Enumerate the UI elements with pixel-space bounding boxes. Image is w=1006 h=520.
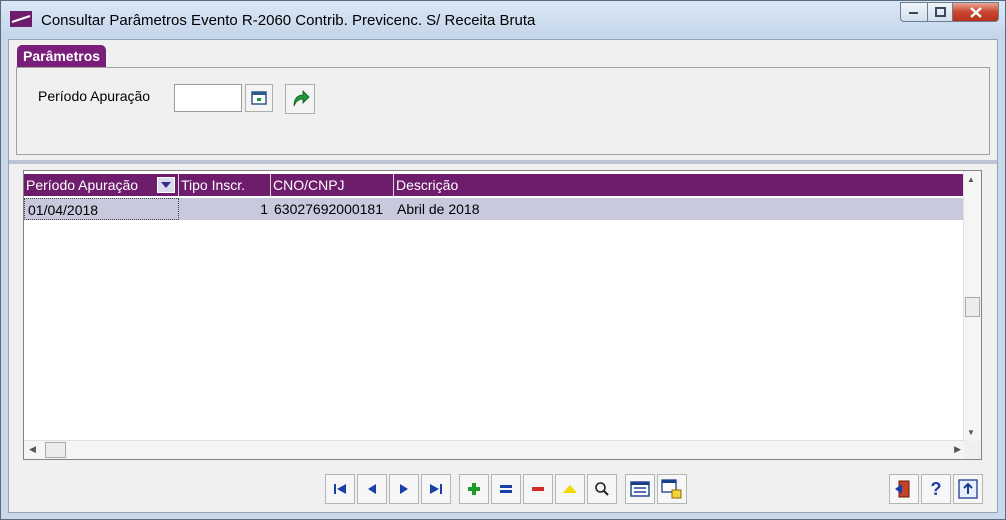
cell-cnpj[interactable]: 63027692000181 [271,198,394,220]
scroll-right-icon[interactable]: ▶ [954,444,961,455]
edit-toolbar [459,474,617,504]
prior-record-icon [368,484,376,494]
exit-icon [895,480,910,498]
maximize-button[interactable] [927,2,953,22]
sort-dropdown-button[interactable] [157,177,175,193]
vertical-scroll-thumb[interactable] [965,297,980,317]
window-toolbar: ? [889,474,983,504]
cell-tipo[interactable]: 1 [179,198,271,220]
calendar-button[interactable] [245,84,273,112]
cell-descricao[interactable]: Abril de 2018 [394,198,966,220]
periodo-input[interactable] [174,84,242,112]
periodo-label: Período Apuração [38,88,151,104]
delete-icon [532,487,544,491]
params-panel: Período Apuração [16,67,990,155]
edit-button[interactable] [491,474,521,504]
tab-parametros[interactable]: Parâmetros [17,45,107,68]
first-record-button[interactable] [325,474,355,504]
about-icon [958,479,978,499]
app-icon [10,11,32,27]
scroll-down-icon[interactable]: ▼ [967,428,975,437]
calendar-icon [251,91,267,105]
search-button[interactable] [587,474,617,504]
cell-periodo[interactable]: 01/04/2018 [24,198,179,220]
form-view-button[interactable] [625,474,655,504]
next-record-icon [400,484,408,494]
view-toolbar [625,474,687,504]
scroll-corner [964,441,981,459]
column-header-tipo[interactable]: Tipo Inscr. [179,174,271,196]
prior-record-button[interactable] [357,474,387,504]
minimize-icon [909,12,918,14]
help-button[interactable]: ? [921,474,951,504]
execute-query-button[interactable] [285,84,315,114]
horizontal-scrollbar[interactable]: ◀ ▶ [24,440,966,459]
window-title: Consultar Parâmetros Evento R-2060 Contr… [41,12,536,29]
last-record-icon [430,484,442,494]
horizontal-scroll-thumb[interactable] [45,442,66,458]
exit-button[interactable] [889,474,919,504]
column-header-descricao[interactable]: Descrição [394,174,966,196]
export-icon [661,479,682,499]
post-icon [563,485,577,493]
nav-toolbar [325,474,451,504]
maximize-icon [934,7,946,17]
results-grid: Período Apuração Tipo Inscr. CNO/CNPJ De… [23,170,982,460]
column-header-periodo[interactable]: Período Apuração [24,174,179,196]
table-row[interactable]: 01/04/2018 1 63027692000181 Abril de 201… [24,198,966,220]
vertical-scrollbar[interactable]: ▲ ▼ [963,171,981,441]
next-record-button[interactable] [389,474,419,504]
first-record-icon [334,484,346,494]
close-button[interactable] [953,2,999,22]
column-header-cnpj[interactable]: CNO/CNPJ [271,174,394,196]
delete-button[interactable] [523,474,553,504]
main-window: Consultar Parâmetros Evento R-2060 Contr… [0,0,1006,520]
help-icon: ? [930,478,942,499]
client-area: Parâmetros Período Apuração Período Apur… [8,39,998,513]
insert-icon [468,483,480,495]
search-icon [595,482,609,496]
last-record-button[interactable] [421,474,451,504]
minimize-button[interactable] [900,2,927,22]
form-view-icon [630,481,650,497]
close-icon [969,6,982,18]
sort-down-icon [161,182,171,188]
grid-header: Período Apuração Tipo Inscr. CNO/CNPJ De… [24,174,966,196]
post-button[interactable] [555,474,585,504]
splitter[interactable] [9,160,997,164]
insert-button[interactable] [459,474,489,504]
edit-icon [500,485,512,493]
title-bar: Consultar Parâmetros Evento R-2060 Contr… [1,1,1005,39]
scroll-up-icon[interactable]: ▲ [967,175,975,184]
about-button[interactable] [953,474,983,504]
scroll-left-icon[interactable]: ◀ [29,444,36,455]
green-arrow-icon [293,90,310,107]
export-button[interactable] [657,474,687,504]
